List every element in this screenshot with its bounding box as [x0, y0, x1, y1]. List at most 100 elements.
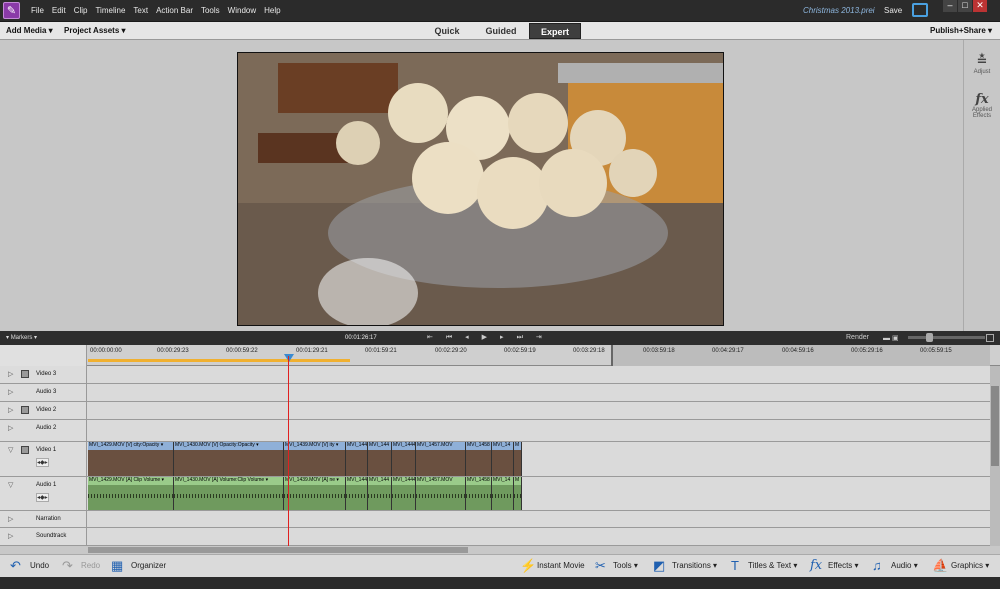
track-video-2[interactable]: ▷ Video 2: [0, 402, 990, 420]
tab-expert[interactable]: Expert: [529, 23, 581, 39]
redo-icon[interactable]: ↷: [62, 558, 73, 574]
markers-dropdown[interactable]: ▾ Markers ▾: [6, 334, 37, 341]
menu-help[interactable]: Help: [264, 6, 280, 15]
audio-label: Audio: [891, 561, 912, 570]
audio-clip[interactable]: MVI_1457.MOV: [416, 477, 466, 510]
expand-arrow-icon[interactable]: ▷: [8, 370, 13, 378]
audio-clip[interactable]: MVI_1439.MOV [A] ne ▾: [284, 477, 346, 510]
titles-text-button[interactable]: Titles & Text ▾: [748, 561, 797, 570]
track-narration[interactable]: ▷ 🎙 Narration: [0, 511, 990, 528]
transport-controls[interactable]: ⇤⏮◂▶▸⏭⇥: [427, 333, 555, 342]
video-clip[interactable]: MVI_1440: [346, 442, 368, 476]
track-audio-2[interactable]: ▷ ◁) Audio 2: [0, 420, 990, 442]
audio-icon[interactable]: ♫: [872, 558, 882, 573]
track-audio-3[interactable]: ▷ ◁) Audio 3: [0, 384, 990, 402]
menu-edit[interactable]: Edit: [52, 6, 66, 15]
effects-icon[interactable]: fx: [810, 558, 822, 573]
titles-text-icon[interactable]: T: [731, 558, 739, 573]
keyframe-nav[interactable]: ◂◆▸: [36, 458, 49, 467]
zoom-slider-thumb[interactable]: [926, 333, 933, 342]
expand-arrow-icon[interactable]: ▷: [8, 424, 13, 432]
track-video-3[interactable]: ▷ Video 3: [0, 366, 990, 384]
video-clip[interactable]: M: [514, 442, 522, 476]
video-clip[interactable]: MVI_14: [492, 442, 514, 476]
zoom-slider[interactable]: [908, 333, 985, 342]
tools-icon[interactable]: ✂: [595, 558, 606, 574]
expand-arrow-icon[interactable]: ▽: [8, 481, 13, 489]
expand-arrow-icon[interactable]: ▷: [8, 532, 13, 540]
ruler-label: 00:03:59:18: [643, 348, 675, 354]
expand-arrow-icon[interactable]: ▽: [8, 446, 13, 454]
track-video-1[interactable]: ▽ Video 1 ◂◆▸ MVI_1429.MOV [V] city:Opaci…: [0, 442, 990, 477]
tools-button[interactable]: Tools ▾: [613, 561, 638, 570]
vertical-scrollbar[interactable]: [990, 366, 1000, 546]
horizontal-scrollbar-thumb[interactable]: [88, 547, 468, 553]
project-assets-button[interactable]: Project Assets ▾: [64, 26, 126, 35]
keyframe-nav[interactable]: ◂◆▸: [36, 493, 49, 502]
menu-text[interactable]: Text: [133, 6, 148, 15]
track-soundtrack[interactable]: ▷ ♫ Soundtrack: [0, 528, 990, 546]
track-header: ▷ Video 2: [0, 402, 87, 419]
timeline-options-icon[interactable]: ▬ ▣: [883, 334, 899, 342]
menu-window[interactable]: Window: [228, 6, 256, 15]
audio-clip[interactable]: MVI_1440: [346, 477, 368, 510]
adjust-button[interactable]: ≛ Adjust: [964, 54, 1000, 75]
work-area-bar[interactable]: [88, 359, 350, 362]
add-media-button[interactable]: Add Media ▾: [6, 26, 53, 35]
organizer-button[interactable]: Organizer: [131, 561, 166, 570]
zoom-fit-icon[interactable]: [986, 334, 994, 342]
render-button[interactable]: Render: [846, 334, 869, 341]
video-clip[interactable]: MVI_1457.MOV: [416, 442, 466, 476]
close-icon[interactable]: ✕: [973, 0, 987, 12]
video-clip[interactable]: MVI_1439.MOV [V] ity ▾: [284, 442, 346, 476]
audio-clip[interactable]: MVI_1444: [392, 477, 416, 510]
expand-arrow-icon[interactable]: ▷: [8, 388, 13, 396]
redo-button[interactable]: Redo: [81, 561, 100, 570]
publish-share-button[interactable]: Publish+Share ▾: [930, 26, 992, 35]
graphics-button[interactable]: Graphics ▾: [951, 561, 989, 570]
tab-guided[interactable]: Guided: [475, 23, 527, 39]
audio-clip[interactable]: MVI_1430.MOV [A] Volume:Clip Volume ▾: [174, 477, 284, 510]
save-button[interactable]: Save: [884, 6, 902, 15]
ruler-corner: [0, 345, 87, 366]
menu-file[interactable]: File: [31, 6, 44, 15]
instant-movie-button[interactable]: Instant Movie: [537, 561, 585, 570]
transitions-icon[interactable]: ◩: [653, 558, 665, 574]
graphics-icon[interactable]: ⛵: [932, 558, 948, 574]
tab-quick[interactable]: Quick: [421, 23, 473, 39]
audio-clip[interactable]: MVI_1458: [466, 477, 492, 510]
undo-button[interactable]: Undo: [30, 561, 49, 570]
audio-button[interactable]: Audio ▾: [891, 561, 918, 570]
video-clip[interactable]: MVI_1430.MOV [V] Opacity:Opacity ▾: [174, 442, 284, 476]
instant-movie-icon[interactable]: ⚡: [520, 558, 536, 574]
transitions-button[interactable]: Transitions ▾: [672, 561, 717, 570]
video-clip[interactable]: MVI_1458: [466, 442, 492, 476]
maximize-icon[interactable]: □: [958, 0, 972, 12]
effects-button[interactable]: Effects ▾: [828, 561, 859, 570]
expand-arrow-icon[interactable]: ▷: [8, 515, 13, 523]
audio-clip[interactable]: M: [514, 477, 522, 510]
track-audio-1[interactable]: ▽ ◁) Audio 1 ◂◆▸ MVI_1429.MOV [A] Clip Vol…: [0, 477, 990, 511]
track-header: ▷ 🎙 Narration: [0, 511, 87, 527]
audio-clip[interactable]: MVI_144: [368, 477, 392, 510]
video-preview[interactable]: [237, 52, 724, 326]
horizontal-scrollbar[interactable]: [0, 546, 1000, 554]
menu-action-bar[interactable]: Action Bar: [156, 6, 193, 15]
video-clip[interactable]: MVI_144: [368, 442, 392, 476]
audio-clip[interactable]: MVI_1429.MOV [A] Clip Volume ▾: [88, 477, 174, 510]
applied-effects-button[interactable]: fx Applied Effects: [964, 92, 1000, 119]
undo-icon[interactable]: ↶: [10, 558, 21, 574]
video-clip[interactable]: MVI_1429.MOV [V] city:Opacity ▾: [88, 442, 174, 476]
vertical-scrollbar-thumb[interactable]: [991, 386, 999, 466]
video-clip[interactable]: MVI_1444: [392, 442, 416, 476]
fullscreen-icon[interactable]: [912, 3, 928, 17]
menu-clip[interactable]: Clip: [74, 6, 88, 15]
audio-clip[interactable]: MVI_14: [492, 477, 514, 510]
minimize-icon[interactable]: –: [943, 0, 957, 12]
time-ruler[interactable]: 00:00:00:00 00:00:29:23 00:00:59:22 00:0…: [0, 345, 1000, 366]
organizer-icon[interactable]: ▦: [111, 558, 123, 574]
expand-arrow-icon[interactable]: ▷: [8, 406, 13, 414]
menu-timeline[interactable]: Timeline: [95, 6, 125, 15]
playhead-handle[interactable]: [284, 354, 294, 362]
menu-tools[interactable]: Tools: [201, 6, 220, 15]
